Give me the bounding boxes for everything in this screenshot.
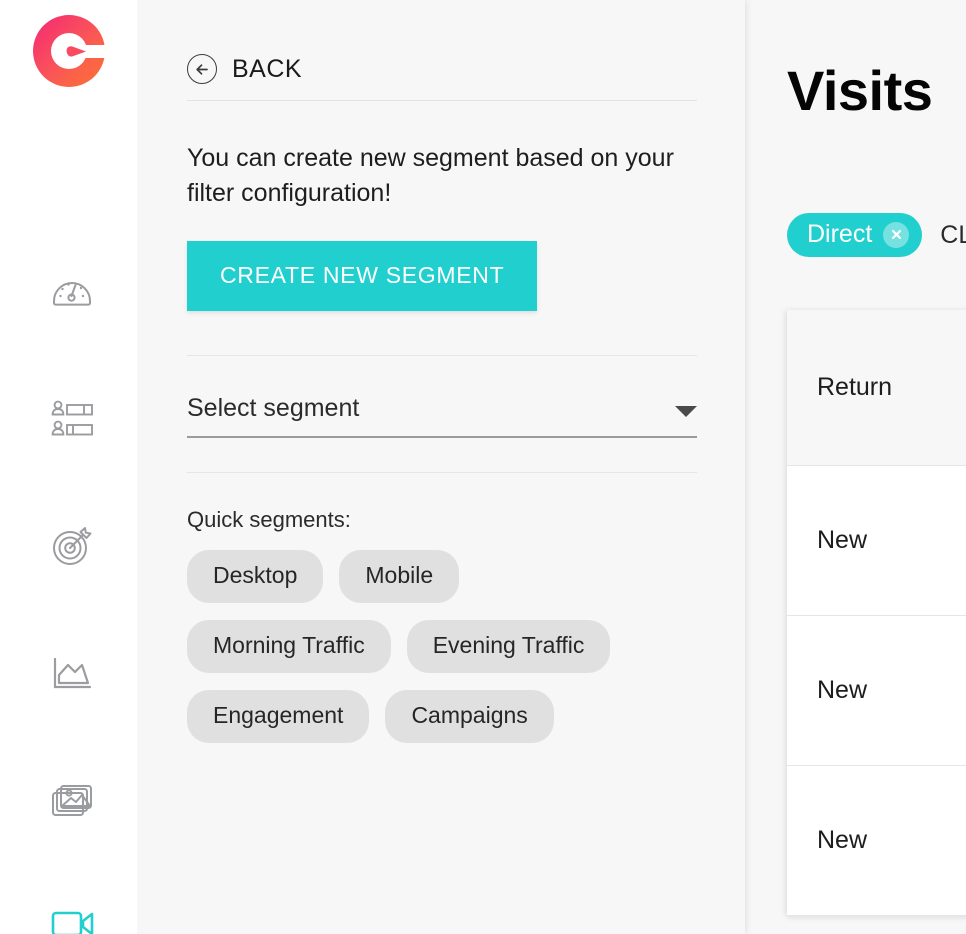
visits-table: Return New New New [787,310,966,916]
quick-segment-desktop[interactable]: Desktop [187,550,324,603]
back-button[interactable]: BACK [187,0,697,100]
filter-chip-direct[interactable]: Direct [787,213,923,257]
quick-segment-morning-traffic[interactable]: Morning Traffic [187,620,391,673]
active-filters-row: Direct CL [787,213,966,257]
table-header-row: Return [787,310,966,466]
sidebar-item-goals[interactable] [46,520,98,572]
cell-return: New [787,615,966,766]
sidebar-item-dashboard[interactable] [46,266,98,318]
filter-chip-label: Direct [807,220,873,248]
arrow-left-icon [187,54,217,84]
divider-top [187,100,697,101]
segment-panel-inner: BACK You can create new segment based on… [187,0,697,760]
sidebar-item-analytics[interactable] [46,648,98,700]
table-header: Return [787,310,966,466]
divider-bottom [187,472,697,473]
cell-return: New [787,465,966,616]
quick-segments-row: Desktop Mobile [187,550,707,603]
quick-segment-evening-traffic[interactable]: Evening Traffic [406,620,611,673]
divider-middle [187,355,697,356]
quick-segments-row: Morning Traffic Evening Traffic [187,620,707,673]
table-row[interactable]: New [787,615,966,766]
quick-segment-campaigns[interactable]: Campaigns [385,690,554,743]
users-bars-icon [51,400,93,436]
segment-select-placeholder: Select segment [187,394,360,422]
intro-text: You can create new segment based on your… [187,144,674,207]
arrow-left-glyph [195,63,208,75]
video-camera-icon [51,911,94,934]
app-root: Visits Direct CL Return New New New BACK… [0,0,966,934]
cell-return: New [787,765,966,916]
speedometer-icon [53,282,91,306]
chevron-down-icon [675,406,697,417]
sidebar-item-audience[interactable] [46,392,98,444]
sidebar-item-video[interactable] [46,900,98,934]
sidebar-item-media[interactable] [46,776,98,828]
back-label: BACK [232,54,303,83]
quick-segment-mobile[interactable]: Mobile [339,550,460,603]
create-new-segment-button[interactable]: CREATE NEW SEGMENT [187,241,538,311]
segment-select[interactable]: Select segment [187,394,697,438]
table-row[interactable]: New [787,765,966,916]
clear-filters-link[interactable]: CL [940,221,966,250]
quick-segments-label: Quick segments: [187,507,351,532]
target-dart-icon [53,527,92,565]
compass-logo[interactable] [33,15,107,87]
close-icon[interactable] [883,221,910,248]
quick-segments-row: Engagement Campaigns [187,690,707,743]
x-glyph [891,229,901,240]
quick-segment-engagement[interactable]: Engagement [187,690,370,743]
table-row[interactable]: New [787,465,966,616]
area-chart-icon [53,657,92,689]
segment-panel: BACK You can create new segment based on… [137,0,745,934]
table-body: New New New [787,465,966,916]
logo-needle-icon [66,46,86,57]
column-header-return[interactable]: Return [787,310,966,466]
quick-segments-list: Desktop Mobile Morning Traffic Evening T… [187,550,707,743]
page-title: Visits [787,59,933,122]
gallery-images-icon [52,785,92,816]
main-content-area: Visits Direct CL Return New New New [745,0,966,934]
left-icon-rail [0,0,137,934]
